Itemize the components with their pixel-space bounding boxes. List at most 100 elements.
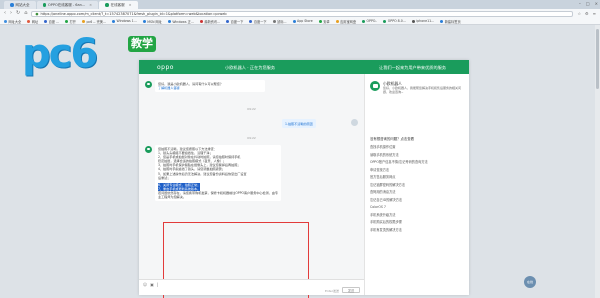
bookmark[interactable]: Windows 正... [167, 19, 194, 24]
faq-item[interactable]: 忘记锁屏密码的解决方法 [370, 182, 465, 190]
scrollbar-thumb[interactable] [596, 29, 599, 89]
faq-item[interactable]: 读取手机的系统方法 [370, 152, 465, 160]
tab-label: 网站大全 [15, 2, 30, 7]
bookmark-label: 网址 [31, 19, 39, 24]
bookmark[interactable]: OPPO.. [362, 19, 377, 23]
send-button[interactable]: 发送 [342, 287, 360, 293]
bookmark-label: 最新资讯... [204, 19, 221, 24]
site-favicon-icon [10, 3, 14, 7]
maximize-icon[interactable]: □ [586, 1, 590, 6]
browser-tab[interactable]: OPPO在线客服 - 6an... × [36, 1, 99, 9]
bookmark[interactable]: 最新资讯... [199, 19, 221, 24]
bookmark-label: 百度一下 [253, 19, 267, 24]
bookmark-icon [27, 19, 31, 23]
faq-list: 查找手机操作位置 读取手机的系统方法 OPPO账户信息不慎/忘记号码的查询方法 … [370, 144, 465, 234]
chat-window: oppo 小欧机器人 · 正在为您服务 让我们一起来为用户带来优质的服务 您好，… [139, 60, 469, 298]
chat-input-bar[interactable]: ☺ ▣ | Enter发送 发送 [139, 279, 364, 295]
back-icon[interactable]: ‹ [4, 11, 6, 16]
bookmark-label: 新建标签页 [444, 19, 461, 24]
bookmark[interactable]: iphone11... [411, 19, 435, 23]
welcome-message: 您好，我是小欧机器人，请问有什么可以帮您？ 了解机器人答疑 [155, 80, 265, 93]
minimize-icon[interactable]: – [579, 1, 581, 6]
logo-text: pc6 [22, 31, 98, 77]
bookmark[interactable]: pc6 -- 完美... [81, 19, 106, 24]
bookmark[interactable]: Windows 1... [111, 19, 137, 23]
bookmark-label: 打开 [69, 19, 76, 24]
bookmark[interactable]: 网址大全 [4, 19, 21, 24]
bookmark-label: pc6 -- 完美... [86, 19, 106, 24]
robot-description: 您好，小欧机器人，我能帮您解决手机和售后服务的相关问题，欢迎咨询~ [383, 86, 462, 94]
extensions-icon[interactable]: ⚙ [585, 11, 589, 16]
address-bar[interactable]: ● https://oneline.oppo.com/m_client/?_t=… [31, 10, 574, 17]
browser-tab[interactable]: 网站大全 [4, 1, 36, 9]
bookmark[interactable]: 网址 [27, 19, 38, 24]
faq-item[interactable]: 忘记自己ID的解决方法 [370, 197, 465, 205]
bookmark[interactable]: 鼠标... [272, 19, 287, 24]
refresh-icon[interactable]: ↻ [16, 11, 20, 16]
bookmark-label: 百度 ... [48, 19, 60, 24]
bookmark-icon [335, 19, 339, 23]
bookmark-icon [81, 19, 85, 23]
bookmark-label: Windows 正... [172, 19, 194, 24]
bookmark[interactable]: OPPO 8.0... [383, 19, 406, 23]
highlighted-text-block: 6、关闭专业模式，拍照正常； 7、重启手机或更新系统版本。 [158, 182, 278, 191]
bookmark-icon [167, 19, 171, 23]
floating-service-button[interactable]: 在线 [524, 276, 536, 288]
forward-icon[interactable]: › [10, 11, 12, 16]
bookmark-label: OPPO 8.0... [387, 19, 406, 23]
url-text: https://oneline.oppo.com/m_client/?_t=15… [40, 11, 227, 16]
bot-avatar-icon [145, 81, 152, 88]
faq-item[interactable]: ColorOS 7 [370, 204, 465, 212]
faq-item[interactable]: OPPO账户信息不慎/忘记号码的查询方法 [370, 159, 465, 167]
faq-item[interactable]: 手机购买后的权限步骤 [370, 219, 465, 227]
bookmark[interactable]: 打开 [65, 19, 76, 24]
bookmark[interactable]: 百度一下 [249, 19, 267, 24]
bot-avatar-icon [145, 146, 152, 153]
page-scrollbar[interactable] [595, 25, 600, 298]
bookmark[interactable]: 安卓 [318, 19, 330, 24]
bookmark[interactable]: 新建标签页 [440, 19, 461, 24]
bookmark-label: iphone11... [416, 19, 435, 23]
faq-item[interactable]: 查阿用的消息方法 [370, 189, 465, 197]
chat-header: oppo 小欧机器人 · 正在为您服务 让我们一起来为用户带来优质的服务 [139, 60, 469, 74]
bot-answer: 您拍照不清晰，建议您按照以下方法排查： 1、镜头头模组不要遮挡住，清理干净； 2… [155, 145, 281, 202]
faq-title[interactable]: 没有想咨询的问题？点击查看 [370, 136, 414, 141]
bookmark-icon [440, 19, 444, 23]
bookmark-icon [142, 19, 146, 23]
welcome-link[interactable]: 了解机器人答疑 [158, 86, 262, 90]
star-icon[interactable]: ☆ [577, 11, 581, 16]
faq-item[interactable]: 官方售后服务网点 [370, 174, 465, 182]
bookmark-icon [383, 19, 387, 23]
lock-icon: ● [35, 11, 39, 16]
home-icon[interactable]: ⌂ [24, 11, 27, 16]
cursor-icon: | [156, 281, 159, 287]
bookmark-icon [318, 19, 322, 23]
image-icon[interactable]: ▣ [150, 282, 154, 287]
faq-item[interactable]: 手机有发烫的解决方法 [370, 227, 465, 235]
emoji-icon[interactable]: ☺ [143, 282, 147, 287]
menu-icon[interactable]: ≡ [593, 11, 596, 16]
bookmark-icon [411, 19, 415, 23]
user-avatar-icon [351, 119, 358, 126]
bookmark-icon [272, 19, 276, 23]
bookmark-label: OPPO.. [366, 19, 378, 23]
bookmark-label: 应用宝网盘 [340, 19, 357, 24]
close-tab-icon[interactable]: × [129, 3, 132, 7]
bookmark-icon [199, 19, 203, 23]
bookmark[interactable]: MSN 网址 [142, 19, 162, 24]
faq-item[interactable]: 查找手机操作位置 [370, 144, 465, 152]
close-tab-icon[interactable]: × [89, 3, 92, 7]
faq-item[interactable]: 申请查找方法 [370, 167, 465, 175]
send-hint: Enter发送 [324, 288, 339, 293]
faq-item[interactable]: 手机系统升级方法 [370, 212, 465, 220]
bookmark[interactable]: 百度一下 [226, 19, 243, 24]
browser-tab-active[interactable]: 在线客服 × [99, 1, 138, 9]
answer-outro: 若问题依然存在，请您携带购机发票，保修卡和机器前往OPPO客户服务中心检测，由专… [158, 190, 278, 200]
bookmark[interactable]: 百度 ... [44, 19, 59, 24]
bookmark[interactable]: 应用宝网盘 [335, 19, 357, 24]
bookmark-icon [226, 19, 230, 23]
bookmark[interactable]: App Store [292, 19, 313, 23]
close-window-icon[interactable]: × [595, 1, 598, 6]
user-message: 1.拍照不清晰的原因 [282, 119, 316, 128]
bookmark-label: 鼠标... [277, 19, 287, 24]
